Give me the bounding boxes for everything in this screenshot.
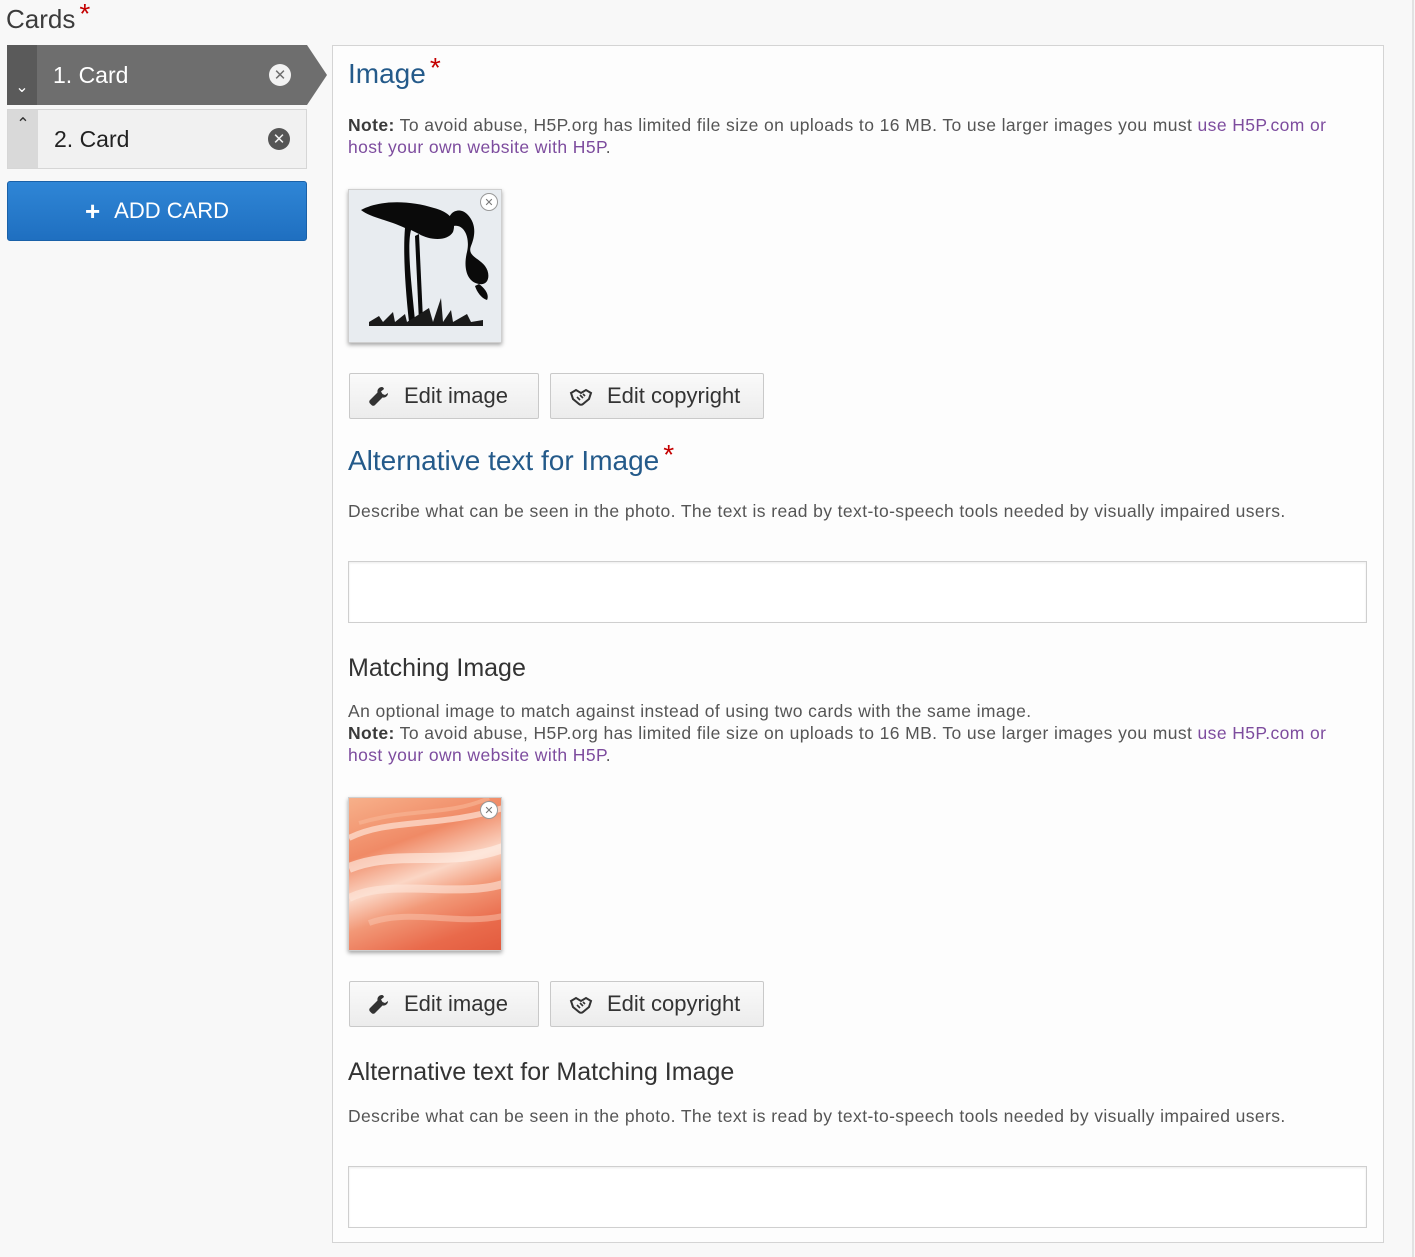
required-star: *: [663, 439, 675, 470]
remove-image-button[interactable]: ✕: [480, 801, 498, 819]
alt-matching-description: Describe what can be seen in the photo. …: [348, 1106, 1286, 1126]
alt-matching-input[interactable]: [348, 1166, 1367, 1228]
remove-card-button[interactable]: ✕: [269, 64, 291, 86]
chevron-up-icon: ⌃: [16, 116, 30, 133]
active-card-pointer: [307, 45, 327, 105]
scroll-edge: [1412, 0, 1414, 1257]
matching-image-thumbnail[interactable]: ✕: [348, 797, 502, 951]
edit-image-label: Edit image: [404, 383, 508, 408]
edit-image-label: Edit image: [404, 991, 508, 1016]
note-end: .: [605, 745, 612, 765]
edit-image-button[interactable]: Edit image: [349, 373, 539, 419]
add-card-button[interactable]: + ADD CARD: [7, 181, 307, 241]
required-star: *: [79, 0, 91, 29]
alt-matching-title: Alternative text for Matching Image: [348, 1058, 735, 1086]
cards-label-text: Cards: [6, 4, 76, 34]
close-icon: ✕: [484, 804, 494, 817]
note-label: Note:: [348, 115, 395, 135]
collapse-handle[interactable]: ⌄: [7, 45, 37, 105]
image-title-text: Image: [348, 58, 426, 89]
image-thumbnail[interactable]: ✕: [348, 189, 502, 343]
alt-text-title-text: Alternative text for Image: [348, 445, 660, 476]
edit-matching-copyright-button[interactable]: Edit copyright: [550, 981, 764, 1027]
chevron-down-icon: ⌄: [15, 79, 29, 96]
matching-image-note: Note: To avoid abuse, H5P.org has limite…: [348, 722, 1358, 766]
edit-matching-image-button[interactable]: Edit image: [349, 981, 539, 1027]
edit-copyright-button[interactable]: Edit copyright: [550, 373, 764, 419]
alt-text-title: Alternative text for Image *: [348, 439, 674, 477]
plus-icon: +: [84, 195, 101, 226]
cards-label: Cards *: [6, 0, 90, 36]
feathers-texture: [349, 798, 501, 926]
card-label: 1. Card: [53, 61, 129, 88]
alt-text-description: Describe what can be seen in the photo. …: [348, 501, 1286, 521]
remove-image-button[interactable]: ✕: [480, 193, 498, 211]
edit-copyright-label: Edit copyright: [607, 991, 741, 1016]
card-item-1[interactable]: ⌄ 1. Card ✕: [7, 45, 307, 105]
edit-copyright-label: Edit copyright: [607, 383, 741, 408]
matching-image-desc-text: An optional image to match against inste…: [348, 701, 1032, 721]
remove-card-button[interactable]: ✕: [268, 128, 290, 150]
alt-text-input[interactable]: [348, 561, 1367, 623]
card-item-2[interactable]: ⌃ 2. Card ✕: [7, 109, 307, 169]
close-icon: ✕: [272, 131, 286, 148]
matching-image-title: Matching Image: [348, 654, 526, 682]
card-label: 2. Card: [54, 125, 130, 152]
note-text: To avoid abuse, H5P.org has limited file…: [394, 723, 1198, 743]
matching-image-description: An optional image to match against inste…: [348, 700, 1358, 766]
wrench-icon: [369, 995, 388, 1014]
flamingo-silhouette: [361, 202, 489, 326]
add-card-label: ADD CARD: [114, 198, 230, 223]
handshake-icon: [569, 388, 593, 406]
wrench-icon: [369, 387, 388, 406]
required-star: *: [429, 52, 441, 83]
expand-handle[interactable]: ⌃: [8, 110, 38, 168]
handshake-icon: [569, 996, 593, 1014]
close-icon: ✕: [273, 67, 287, 84]
image-note: Note: To avoid abuse, H5P.org has limite…: [348, 114, 1358, 158]
image-field-title: Image *: [348, 52, 441, 90]
note-label: Note:: [348, 723, 395, 743]
close-icon: ✕: [484, 196, 494, 209]
note-text: To avoid abuse, H5P.org has limited file…: [394, 115, 1198, 135]
note-end: .: [605, 137, 612, 157]
